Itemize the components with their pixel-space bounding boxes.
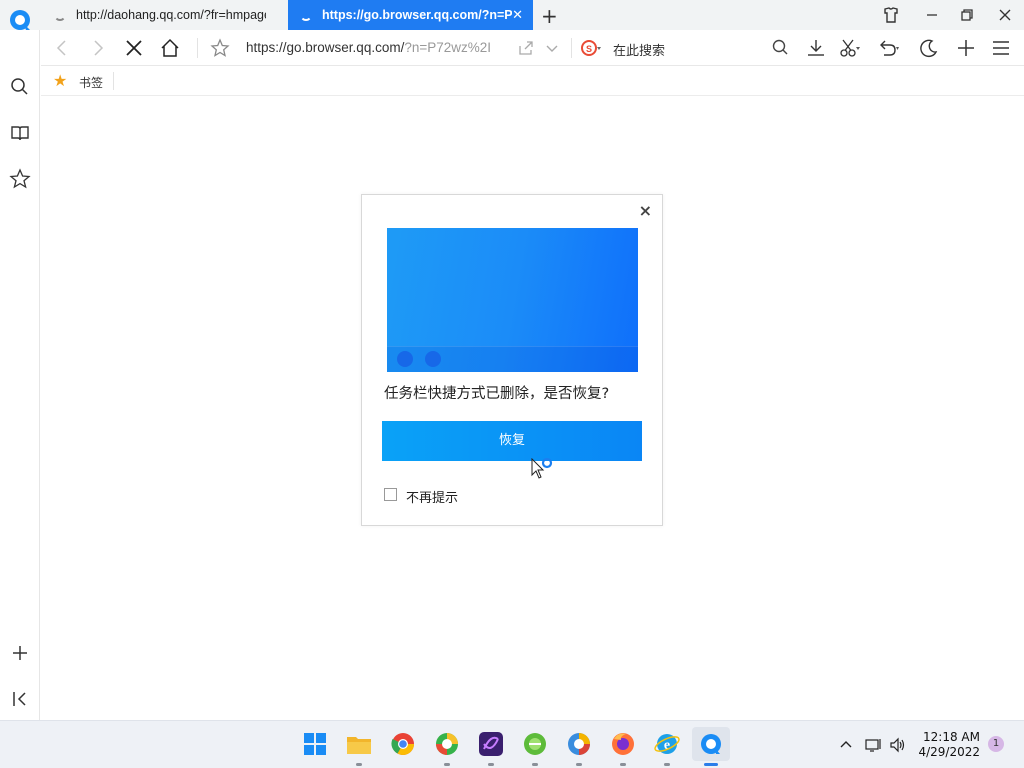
active-indicator (704, 763, 718, 766)
address-rest: ?n=P72wz%2I (404, 40, 492, 55)
restore-window-icon[interactable] (957, 5, 977, 25)
colorful-browser-icon[interactable] (564, 729, 594, 759)
network-icon[interactable] (864, 737, 882, 753)
chevron-up-icon[interactable] (838, 737, 854, 751)
download-icon[interactable] (805, 37, 827, 59)
chrome-icon[interactable] (388, 729, 418, 759)
dialog-message: 任务栏快捷方式已删除，是否恢复? (384, 386, 610, 402)
close-icon[interactable]: × (639, 201, 652, 220)
bookmark-star-icon[interactable]: ★ (53, 71, 67, 90)
clock-time: 12:18 AM (923, 730, 980, 744)
notification-badge[interactable]: 1 (988, 736, 1004, 752)
windows-start-icon[interactable] (300, 729, 330, 759)
search-icon[interactable] (770, 37, 792, 59)
new-tab-icon[interactable]: + (541, 4, 558, 28)
night-mode-moon-icon[interactable] (918, 37, 940, 59)
left-sidebar (0, 30, 40, 720)
internet-explorer-icon[interactable]: e (652, 729, 682, 759)
forward-icon[interactable] (87, 37, 109, 59)
system-clock[interactable]: 12:18 AM 4/29/2022 (918, 730, 980, 760)
minimize-icon[interactable] (922, 5, 942, 25)
dont-show-again-checkbox[interactable] (384, 488, 397, 501)
dont-show-again-label[interactable]: 不再提示 (406, 487, 458, 506)
running-indicator (576, 763, 582, 766)
favorites-star-icon[interactable] (9, 168, 31, 190)
swirl-app-icon[interactable] (476, 729, 506, 759)
add-icon[interactable] (9, 642, 31, 664)
address-prefix: https://go.browser.qq.com/ (246, 40, 405, 55)
tab-strip: http://daohang.qq.com/?fr=hmpage https:/… (0, 0, 1024, 30)
tab-go-browser[interactable]: https://go.browser.qq.com/?n=P72wz%2 ✕ (288, 0, 533, 30)
close-window-icon[interactable] (995, 5, 1015, 25)
sogou-search-engine-icon[interactable]: S (579, 37, 601, 59)
divider (113, 72, 114, 90)
undo-icon[interactable] (877, 37, 899, 59)
book-icon[interactable] (9, 122, 31, 144)
banner-image (387, 228, 638, 372)
qq-browser-logo-icon[interactable] (8, 8, 32, 32)
add-icon[interactable] (955, 37, 977, 59)
home-icon[interactable] (159, 37, 181, 59)
windows-taskbar: e 12:18 AM 4/29/2022 (0, 720, 1024, 768)
360-browser-icon[interactable] (432, 729, 462, 759)
screenshot-scissors-icon[interactable] (838, 37, 860, 59)
running-indicator (620, 763, 626, 766)
search-icon[interactable] (9, 76, 31, 98)
skin-shirt-icon[interactable] (881, 5, 901, 25)
search-input[interactable]: 在此搜索 (613, 40, 665, 59)
tab-title: http://daohang.qq.com/?fr=hmpage (76, 8, 266, 22)
restore-button[interactable]: 恢复 (382, 421, 642, 461)
qq-browser-taskbar-icon[interactable] (692, 727, 730, 761)
back-icon[interactable] (51, 37, 73, 59)
running-indicator (664, 763, 670, 766)
collapse-sidebar-icon[interactable] (9, 688, 31, 710)
divider (571, 38, 572, 58)
tab-daohang[interactable]: http://daohang.qq.com/?fr=hmpage (42, 0, 287, 30)
bookmarks-bar: ★ 书签 (41, 66, 1024, 96)
chevron-down-icon[interactable] (541, 37, 563, 59)
clock-date: 4/29/2022 (918, 745, 980, 759)
tab-close-icon[interactable]: ✕ (512, 8, 523, 23)
illustration-dot (397, 351, 413, 367)
green-browser-icon[interactable] (520, 729, 550, 759)
volume-icon[interactable] (889, 737, 907, 753)
svg-text:S: S (586, 44, 592, 54)
running-indicator (532, 763, 538, 766)
stop-loading-icon[interactable] (123, 37, 145, 59)
navigation-toolbar: https://go.browser.qq.com/?n=P72wz%2I S … (41, 30, 1024, 66)
loading-icon (54, 9, 66, 21)
firefox-icon[interactable] (608, 729, 638, 759)
busy-cursor-icon (531, 458, 553, 479)
bookmarks-label[interactable]: 书签 (79, 74, 103, 91)
address-bar[interactable]: https://go.browser.qq.com/?n=P72wz%2I (246, 40, 506, 55)
menu-icon[interactable] (990, 37, 1012, 59)
share-icon[interactable] (515, 37, 537, 59)
divider (197, 38, 198, 58)
running-indicator (356, 763, 362, 766)
restore-shortcut-dialog: × 任务栏快捷方式已删除，是否恢复? 恢复 不再提示 (361, 194, 663, 526)
bookmark-star-icon[interactable] (209, 37, 231, 59)
running-indicator (488, 763, 494, 766)
tab-title: https://go.browser.qq.com/?n=P72wz%2 (322, 8, 512, 22)
illustration-dot (425, 351, 441, 367)
file-explorer-icon[interactable] (344, 729, 374, 759)
loading-icon (300, 9, 312, 21)
running-indicator (444, 763, 450, 766)
